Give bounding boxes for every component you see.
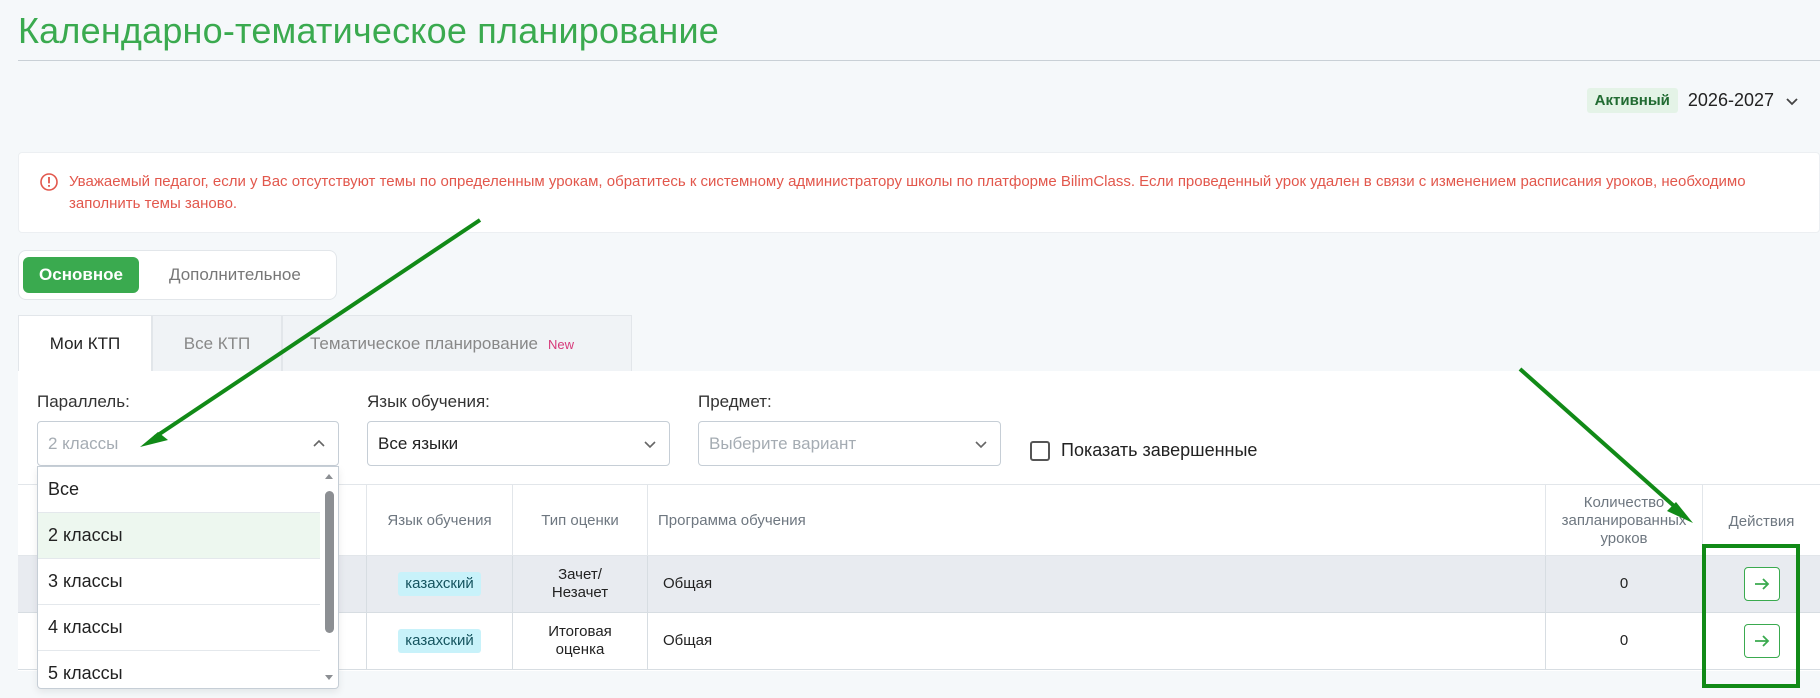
- info-alert: Уважаемый педагог, если у Вас отсутствую…: [18, 152, 1820, 233]
- header-actions: Действия: [1702, 485, 1820, 557]
- dropdown-option-all[interactable]: Все: [38, 467, 320, 513]
- alert-text: Уважаемый педагог, если у Вас отсутствую…: [69, 173, 1746, 212]
- show-completed-label: Показать завершенные: [1061, 440, 1258, 460]
- year-value: 2026-2027: [1687, 90, 1774, 110]
- tab-all-ktp[interactable]: Все КТП: [152, 315, 282, 372]
- header-program: Программа обучения: [647, 485, 1545, 557]
- language-badge: казахский: [398, 629, 481, 653]
- open-ktp-button[interactable]: [1743, 567, 1780, 601]
- mode-main-button[interactable]: Основное: [23, 257, 139, 293]
- header-language: Язык обучения: [366, 485, 512, 557]
- academic-year-selector[interactable]: Активный 2026-2027: [1586, 88, 1800, 113]
- chevron-up-icon: [313, 439, 325, 447]
- cell-grade-type: Итоговая оценка: [512, 613, 647, 669]
- dropdown-option-grade-5[interactable]: 5 классы: [38, 651, 320, 688]
- dropdown-option-grade-3[interactable]: 3 классы: [38, 559, 320, 605]
- show-completed-checkbox[interactable]: [1030, 440, 1050, 461]
- scrollbar-thumb[interactable]: [325, 491, 334, 633]
- language-badge: казахский: [398, 572, 481, 596]
- language-label: Язык обучения:: [367, 392, 490, 411]
- arrow-right-icon: [1754, 578, 1769, 590]
- tab-thematic-planning[interactable]: Тематическое планирование New: [282, 315, 632, 372]
- parallel-dropdown-menu: Все 2 классы 3 классы 4 классы 5 классы: [37, 466, 339, 689]
- status-badge: Активный: [1586, 88, 1678, 113]
- subject-label: Предмет:: [698, 392, 772, 411]
- language-select[interactable]: Все языки: [367, 421, 670, 466]
- chevron-down-icon: [644, 440, 656, 448]
- chevron-down-icon: [1786, 97, 1798, 105]
- language-value: Все языки: [378, 433, 459, 453]
- dropdown-option-grade-4[interactable]: 4 классы: [38, 605, 320, 651]
- show-completed-toggle[interactable]: Показать завершенные: [1030, 440, 1257, 461]
- grade-type-line-2: оценка: [555, 641, 605, 658]
- chevron-down-icon: [975, 440, 987, 448]
- dropdown-scrollbar[interactable]: [322, 467, 336, 688]
- header-grade-type: Тип оценки: [512, 485, 647, 557]
- cell-grade-type: Зачет/ Незачет: [512, 556, 647, 612]
- cell-actions: [1702, 556, 1820, 612]
- title-divider: [18, 60, 1820, 61]
- header-planned-line-1: Количество: [1583, 494, 1665, 511]
- page-title: Календарно-тематическое планирование: [18, 10, 720, 51]
- mode-switch: Основное Дополнительное: [18, 250, 337, 300]
- header-planned-line-2: запланированных: [1561, 512, 1687, 529]
- open-ktp-button[interactable]: [1743, 624, 1780, 658]
- cell-language: казахский: [366, 613, 512, 669]
- cell-planned: 0: [1545, 613, 1702, 669]
- info-icon: [40, 173, 58, 191]
- subject-placeholder: Выберите вариант: [709, 433, 857, 453]
- cell-language: казахский: [366, 556, 512, 612]
- mode-additional-button[interactable]: Дополнительное: [139, 265, 301, 285]
- cell-actions: [1702, 613, 1820, 669]
- cell-planned: 0: [1545, 556, 1702, 612]
- tab-label: Все КТП: [183, 334, 251, 353]
- parallel-value: 2 классы: [48, 433, 119, 453]
- subject-select[interactable]: Выберите вариант: [698, 421, 1001, 466]
- tab-label: Мои КТП: [49, 334, 121, 353]
- dropdown-option-grade-2[interactable]: 2 классы: [38, 513, 320, 559]
- grade-type-line-1: Зачет/: [558, 566, 602, 583]
- parallel-select[interactable]: 2 классы: [37, 421, 339, 466]
- cell-program: Общая: [647, 556, 1545, 612]
- tab-bar: Мои КТП Все КТП Тематическое планировани…: [18, 315, 632, 372]
- grade-type-line-2: Незачет: [551, 584, 609, 601]
- grade-type-line-1: Итоговая: [548, 623, 612, 640]
- tab-my-ktp[interactable]: Мои КТП: [18, 315, 152, 372]
- new-badge: New: [548, 336, 575, 352]
- tab-label: Тематическое планирование: [310, 334, 539, 353]
- cell-program: Общая: [647, 613, 1545, 669]
- header-planned-lessons: Количество запланированных уроков: [1545, 485, 1702, 557]
- arrow-right-icon: [1754, 635, 1769, 647]
- parallel-label: Параллель:: [37, 392, 130, 411]
- header-planned-line-3: уроков: [1600, 530, 1648, 547]
